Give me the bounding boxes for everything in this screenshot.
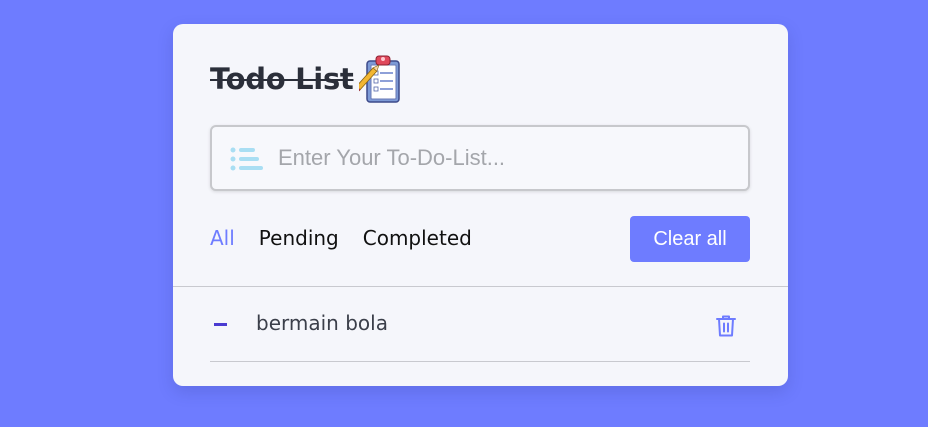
filter-tabs: All Pending Completed: [210, 226, 472, 250]
list-icon: [230, 147, 263, 171]
divider: [173, 286, 788, 287]
filter-completed[interactable]: Completed: [363, 226, 472, 250]
trash-icon[interactable]: [715, 314, 737, 338]
filter-all[interactable]: All: [210, 226, 235, 250]
page-title: Todo List: [210, 62, 354, 96]
dash-icon[interactable]: [214, 323, 227, 326]
clipboard-checklist-icon: [359, 55, 401, 103]
todo-card: Todo List Enter Your To-Do-List... All P…: [173, 24, 788, 386]
filter-pending[interactable]: Pending: [259, 226, 339, 250]
clear-all-button[interactable]: Clear all: [630, 216, 750, 262]
todo-input-box: [210, 125, 750, 191]
task-name: bermain bola: [256, 311, 388, 335]
todo-input[interactable]: [278, 127, 738, 189]
task-item: bermain bola: [210, 306, 750, 362]
header: Todo List: [210, 54, 403, 104]
